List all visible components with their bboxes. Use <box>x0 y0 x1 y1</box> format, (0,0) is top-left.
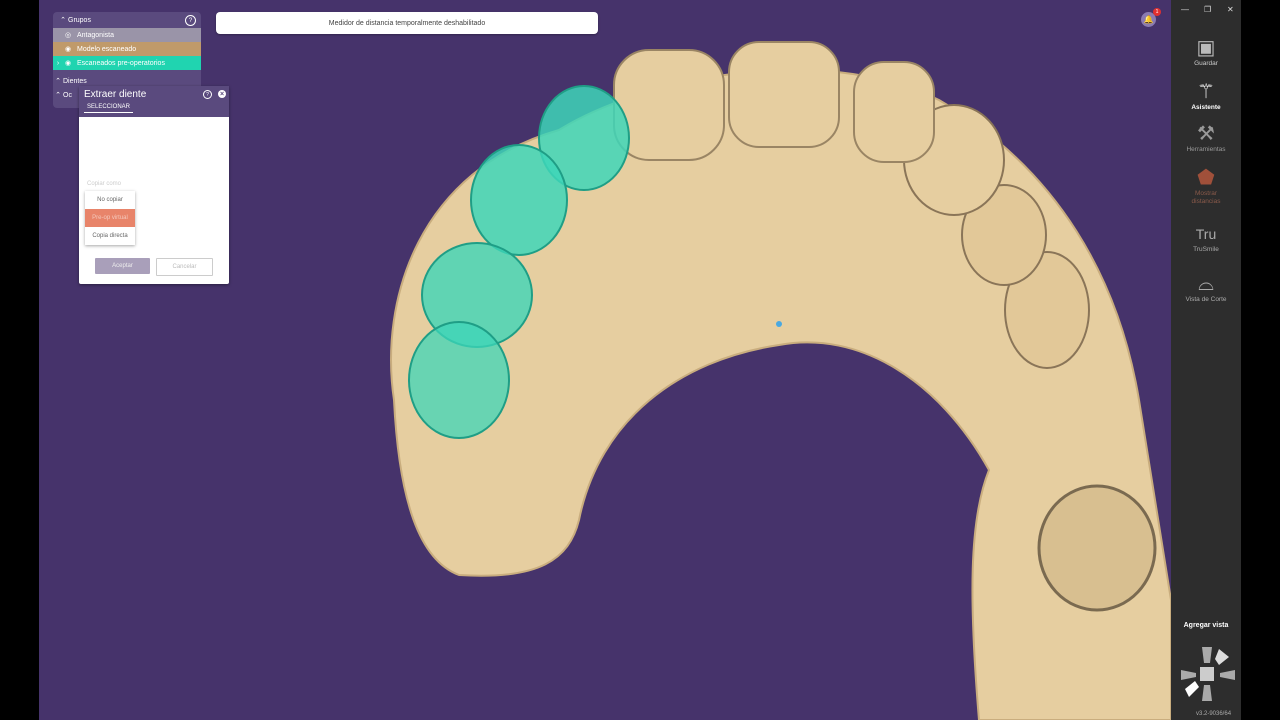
extract-tooth-dialog: Extraer diente ? × SELECCIONAR Copiar co… <box>79 86 229 284</box>
option-no-copy[interactable]: No copiar <box>85 191 135 209</box>
tooth-incisor[interactable] <box>853 61 935 163</box>
trusmile-button[interactable]: Tru TruSmile <box>1171 222 1241 254</box>
tooth-incisor[interactable] <box>728 41 840 148</box>
add-view-button[interactable]: Agregar vista <box>1171 622 1241 629</box>
minimize-icon[interactable]: — <box>1181 5 1189 14</box>
group-item-preop-scans[interactable]: › ◉ Escaneados pre-operatorios <box>53 56 201 70</box>
chevron-up-icon[interactable]: ⌃ <box>58 16 68 24</box>
groups-title: Grupos <box>68 16 91 24</box>
show-distances-button[interactable]: ⬟ Mostrar distancias <box>1171 166 1241 206</box>
chevron-up-icon[interactable]: ⌃ <box>53 77 63 85</box>
trusmile-icon: Tru <box>1195 226 1217 242</box>
help-icon[interactable]: ? <box>185 15 196 26</box>
close-window-icon[interactable]: ✕ <box>1227 5 1234 14</box>
tooth-incisor[interactable] <box>613 49 725 161</box>
assistant-button[interactable]: ⚚ Asistente <box>1171 80 1241 112</box>
notification-badge: 1 <box>1153 8 1161 16</box>
cancel-button[interactable]: Cancelar <box>156 258 213 276</box>
right-border <box>1241 0 1280 720</box>
accept-button[interactable]: Aceptar <box>95 258 150 274</box>
view-cube-icon[interactable] <box>1179 645 1237 705</box>
preop-tooth[interactable] <box>470 144 568 256</box>
preop-tooth[interactable] <box>408 321 510 439</box>
tooth-distance-icon: ⬟ <box>1197 167 1215 189</box>
cursor-marker <box>776 321 782 327</box>
right-toolbar: — ❐ ✕ ▣ Guardar ⚚ Asistente ⚒ Herramient… <box>1171 0 1241 720</box>
chevron-up-icon[interactable]: ⌃ <box>53 91 63 99</box>
section-view-button[interactable]: ⌓ Vista de Corte <box>1171 272 1241 304</box>
option-virtual-preop[interactable]: Pre-op virtual <box>85 209 135 227</box>
magic-wand-icon: ⚚ <box>1197 81 1215 103</box>
version-label: v3.2-9036/64 <box>1196 711 1232 717</box>
maximize-icon[interactable]: ❐ <box>1204 5 1211 14</box>
status-notice: Medidor de distancia temporalmente desha… <box>216 12 598 34</box>
tooth-molar[interactable] <box>1037 484 1157 612</box>
eye-off-icon[interactable]: ◎ <box>63 31 73 39</box>
chevron-right-icon[interactable]: › <box>53 60 63 67</box>
groups-header[interactable]: ⌃ Grupos <box>53 12 201 28</box>
dialog-header: Extraer diente ? × SELECCIONAR <box>79 86 229 117</box>
copy-as-dropdown[interactable]: No copiar Pre-op virtual Copia directa <box>85 191 135 245</box>
group-item-antagonist[interactable]: ◎ Antagonista <box>53 28 201 42</box>
copy-as-label: Copiar como <box>87 181 122 187</box>
tools-icon: ⚒ <box>1197 123 1215 145</box>
close-icon[interactable]: × <box>218 90 226 98</box>
tools-button[interactable]: ⚒ Herramientas <box>1171 122 1241 154</box>
dialog-title: Extraer diente <box>84 89 147 100</box>
save-icon: ▣ <box>1196 37 1216 59</box>
tab-select[interactable]: SELECCIONAR <box>84 104 134 113</box>
save-button[interactable]: ▣ Guardar <box>1171 36 1241 68</box>
eye-icon[interactable]: ◉ <box>63 45 73 53</box>
help-icon[interactable]: ? <box>203 90 212 99</box>
group-item-scanned-model[interactable]: ◉ Modelo escaneado <box>53 42 201 56</box>
eye-icon[interactable]: ◉ <box>63 59 73 67</box>
tooth-cut-icon: ⌓ <box>1198 273 1214 295</box>
option-direct-copy[interactable]: Copia directa <box>85 227 135 245</box>
